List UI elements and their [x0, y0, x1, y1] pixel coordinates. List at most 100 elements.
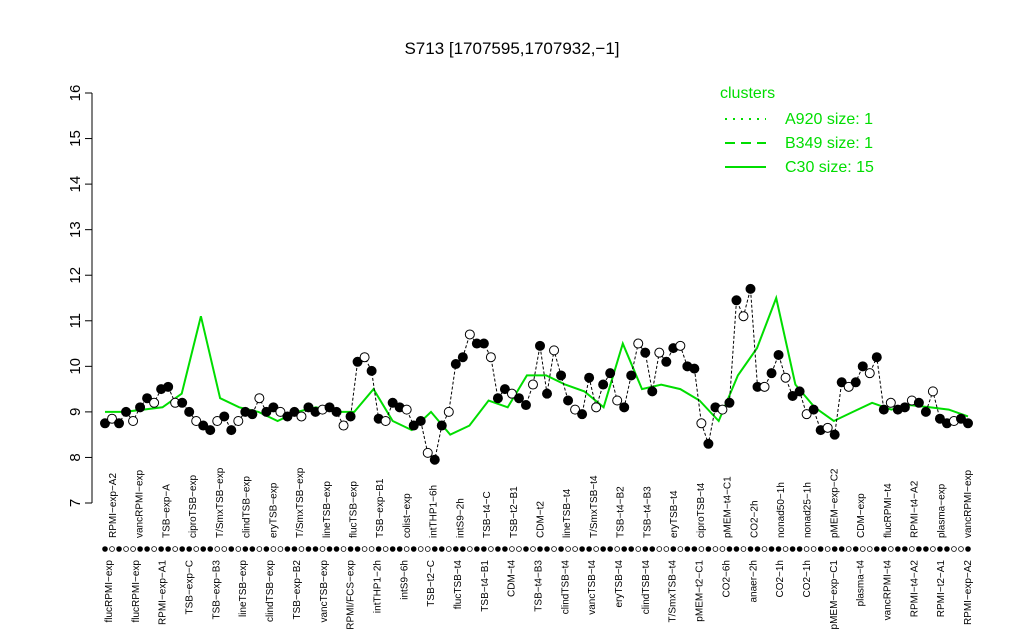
data-point: [401, 404, 412, 415]
sample-marker: [116, 546, 122, 552]
sample-marker: [859, 546, 866, 552]
data-point: [584, 372, 595, 383]
sample-marker: [537, 546, 543, 552]
sample-marker: [256, 546, 263, 552]
sample-marker: [389, 546, 396, 552]
sample-marker: [263, 546, 270, 552]
x-label-bottom: RPMI−exp−A1: [158, 560, 169, 625]
x-label-top: lineTSB−exp: [322, 481, 333, 538]
sample-marker: [340, 546, 347, 552]
x-label-top: pMEM−t4−C1: [723, 476, 734, 538]
x-label-bottom: TSB−t4−B1: [480, 560, 491, 612]
sample-marker: [509, 546, 515, 552]
data-point: [745, 283, 756, 294]
sample-marker: [375, 546, 382, 552]
sample-marker: [937, 546, 943, 552]
sample-marker: [361, 546, 368, 552]
sample-marker: [656, 546, 663, 552]
sample-marker: [965, 546, 971, 552]
data-point: [703, 438, 714, 449]
sample-marker: [445, 546, 452, 552]
x-label-bottom: plasma−t4: [856, 560, 867, 607]
sample-marker: [137, 546, 143, 552]
sample-marker: [284, 546, 291, 552]
sample-marker: [705, 546, 712, 552]
sample-marker: [467, 546, 473, 552]
data-point: [338, 420, 349, 431]
sample-marker: [810, 546, 817, 552]
sample-marker: [488, 546, 494, 552]
sample-marker: [642, 546, 649, 552]
data-point: [527, 379, 538, 390]
line-chart: S713 [1707595,1707932,−1] 7 8 9 10 11 12 13 14 1…: [67, 39, 974, 630]
sample-marker: [270, 546, 277, 552]
y-tick-label: 9: [67, 408, 84, 416]
sample-marker: [768, 546, 775, 552]
data-point: [780, 372, 791, 383]
sample-marker: [558, 546, 564, 552]
sample-marker: [607, 546, 613, 552]
sample-marker: [958, 546, 964, 552]
sample-marker: [916, 546, 922, 552]
sample-marker: [235, 546, 242, 552]
data-point: [640, 347, 651, 358]
data-point: [556, 370, 567, 381]
data-point: [177, 397, 188, 408]
x-label-bottom: intS9−6h: [399, 560, 410, 600]
data-point: [464, 329, 475, 340]
sample-marker: [789, 546, 796, 552]
x-label-top: flucRPMI−t4: [883, 483, 894, 538]
sample-marker: [242, 546, 249, 552]
data-point: [563, 395, 574, 406]
sample-marker: [474, 546, 480, 552]
sample-marker: [684, 546, 691, 552]
x-label-bottom: intTHP1−2h: [372, 560, 383, 613]
x-label-top: TSB−exp−A: [161, 484, 172, 538]
sample-marker: [453, 546, 459, 552]
sample-marker: [817, 546, 824, 552]
x-label-top: nonad25−1h: [803, 482, 814, 538]
data-point: [619, 402, 630, 413]
sample-marker: [214, 546, 221, 552]
data-point: [963, 418, 973, 429]
data-point: [605, 368, 616, 379]
x-label-top: TSB−t4−C: [482, 491, 493, 538]
sample-marker: [516, 546, 522, 552]
sample-marker: [417, 546, 424, 552]
data-point: [724, 397, 735, 408]
x-label-top: eryTSB−t4: [669, 490, 680, 538]
data-point: [450, 359, 461, 370]
data-point: [128, 416, 139, 426]
data-point: [829, 429, 840, 440]
y-tick-label: 8: [67, 453, 84, 461]
x-label-bottom: TSB−t4−B3: [534, 560, 545, 612]
x-label-top: intTHP1−6h: [429, 485, 440, 538]
data-point: [913, 397, 924, 408]
data-point: [808, 404, 819, 415]
data-point: [513, 393, 524, 404]
data-point: [436, 420, 447, 431]
sample-marker: [530, 546, 536, 552]
data-point: [878, 404, 889, 415]
sample-marker: [677, 546, 684, 552]
x-label-bottom: vancTSB−t4: [587, 560, 598, 615]
sample-marker: [368, 546, 375, 552]
cluster-mean-line: [105, 294, 969, 436]
data-point: [871, 352, 882, 363]
sample-marker: [930, 546, 936, 552]
y-tick-label: 11: [67, 313, 84, 329]
data-point: [647, 386, 658, 397]
y-tick-label: 12: [67, 267, 84, 284]
x-label-bottom: RPMI/FCS−exp: [346, 560, 357, 630]
data-point: [864, 368, 875, 379]
x-label-bottom: pMEM−t2−C1: [695, 560, 706, 622]
x-label-bottom: clindTSB−exp: [265, 560, 276, 622]
sample-marker: [712, 546, 719, 552]
x-label-bottom: pMEM−exp−C1: [829, 560, 840, 630]
x-label-top: eryTSB−exp: [268, 482, 279, 538]
sample-marker: [831, 546, 838, 552]
sample-marker: [151, 546, 157, 552]
data-point: [247, 409, 258, 420]
data-point: [626, 370, 637, 381]
x-label-top: lineTSB−t4: [562, 488, 573, 538]
